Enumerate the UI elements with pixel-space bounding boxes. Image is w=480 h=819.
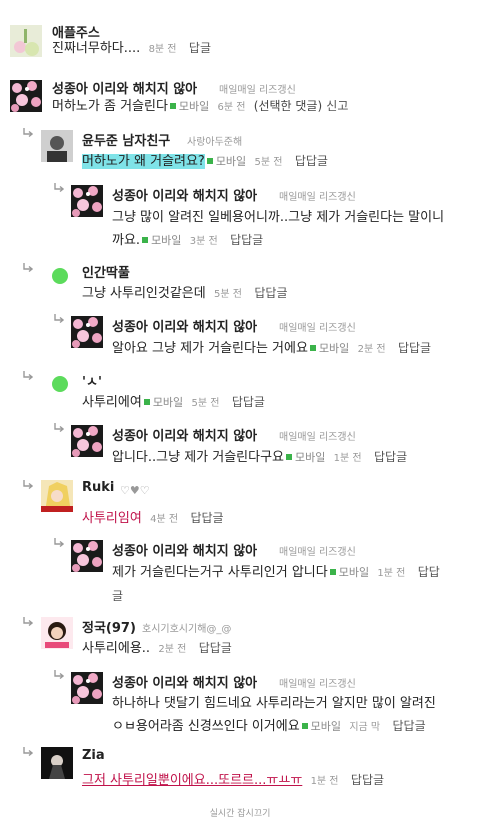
reply-button[interactable]: 답답글: [393, 719, 426, 733]
user-status: ♡♥♡: [120, 484, 150, 497]
mobile-icon: [286, 454, 293, 460]
reply-arrow-icon: [23, 617, 33, 627]
comment-text: 압니다..그냥 제가 거슬린다구요 모바일 1분 전 답답글: [112, 450, 408, 465]
comment-text: 머하노가 왜 거슬려요? 모바일 5분 전 답답글: [82, 154, 328, 169]
nickname[interactable]: 정국(97): [82, 617, 136, 636]
comment-text: 제가 거슬린다는거구 사투리인거 압니다 모바일 1분 전 답답 글: [112, 565, 440, 603]
reply-arrow-icon: [23, 128, 33, 138]
report-button[interactable]: 신고: [326, 99, 348, 113]
avatar[interactable]: [71, 425, 103, 457]
reply-button[interactable]: 답답글: [398, 341, 431, 355]
user-status: 매일매일 리즈갱신: [279, 323, 356, 334]
reply-button[interactable]: 답답글: [232, 395, 265, 409]
user-status: 매일매일 리즈갱신: [279, 547, 356, 558]
avatar[interactable]: [41, 747, 73, 779]
comment-text: 그냥 많이 알려진 일베용어니까..그냥 제가 거슬린다는 말이니 까요. 모바일 …: [112, 210, 445, 248]
footer-link[interactable]: 실시간 잡시끄기: [0, 806, 480, 819]
reply-button[interactable]: 답답글: [374, 450, 407, 464]
nickname[interactable]: 성종아 이리와 해치지 않아: [112, 672, 257, 691]
mobile-icon: [329, 569, 336, 575]
mobile-icon: [143, 399, 150, 405]
mobile-icon: [169, 103, 176, 109]
reply-button[interactable]: 답답: [418, 565, 440, 579]
comment-text: 사투리임여 4분 전 답답글: [82, 511, 224, 526]
reply-arrow-icon: [54, 183, 64, 193]
reply-arrow-icon: [54, 670, 64, 680]
reply-arrow-icon: [54, 538, 64, 548]
avatar[interactable]: [71, 672, 103, 704]
reply-button[interactable]: 답답글: [190, 511, 223, 525]
nickname[interactable]: Ruki: [82, 480, 114, 495]
reply-button[interactable]: 답답글: [230, 233, 263, 247]
reply-arrow-icon: [54, 314, 64, 324]
avatar[interactable]: [41, 262, 73, 294]
user-status: 매일매일 리즈갱신: [279, 192, 356, 203]
comment-text: 사투리에여 모바일 5분 전 답답글: [82, 395, 265, 410]
avatar[interactable]: [10, 80, 42, 112]
nickname[interactable]: 인간딱풀: [82, 262, 130, 281]
reply-arrow-icon: [54, 423, 64, 433]
mobile-icon: [301, 723, 308, 729]
reply-arrow-icon: [23, 480, 33, 490]
comment-text: 알아요 그냥 제가 거슬린다는 거에요 모바일 2분 전 답답글: [112, 341, 432, 356]
user-status: 매일매일 리즈갱신: [219, 85, 296, 96]
user-status: 사랑아두준해: [187, 137, 243, 148]
comment-text: 머하노가 좀 거슬린다 모바일 6분 전 (선택한 댓글) 신고: [52, 99, 349, 114]
nickname[interactable]: 성종아 이리와 해치지 않아: [112, 316, 257, 335]
reply-button[interactable]: 답글: [189, 41, 211, 55]
nickname[interactable]: 윤두준 남자친구: [82, 130, 170, 149]
avatar[interactable]: [41, 130, 73, 162]
nickname[interactable]: 성종아 이리와 해치지 않아: [112, 425, 257, 444]
mobile-icon: [142, 237, 149, 243]
avatar[interactable]: [71, 316, 103, 348]
mobile-icon: [309, 345, 316, 351]
nickname[interactable]: 성종아 이리와 해치지 않아: [112, 540, 257, 559]
comment-text: 사투리에용.. 2분 전 답답글: [82, 641, 232, 656]
reply-arrow-icon: [23, 263, 33, 273]
avatar[interactable]: [10, 25, 42, 57]
comment-text: 진짜너무하다.... 8분 전 답글: [52, 41, 212, 56]
comment-text: 그저 사투리일뿐이에요...또르르...ㅠㅛㅠ 1분 전 답답글: [82, 773, 385, 788]
nickname[interactable]: 'ㅅ': [82, 371, 102, 390]
reply-button[interactable]: 답답글: [295, 154, 328, 168]
reply-arrow-icon: [23, 371, 33, 381]
avatar[interactable]: [41, 370, 73, 402]
user-status: 매일매일 리즈갱신: [279, 432, 356, 443]
reply-button[interactable]: 답답글: [199, 641, 232, 655]
reply-button[interactable]: 답답글: [254, 286, 287, 300]
avatar[interactable]: [71, 185, 103, 217]
comment-text: 하나하나 댓달기 힘드네요 사투리라는거 알지만 많이 알려진 ㅇㅂ용어라좀 신경…: [112, 696, 436, 734]
reply-button[interactable]: 답답글: [351, 773, 384, 787]
comment-text: 그냥 사투리인것같은데 5분 전 답답글: [82, 286, 288, 301]
reply-arrow-icon: [23, 747, 33, 757]
nickname[interactable]: Zia: [82, 748, 105, 763]
avatar[interactable]: [41, 480, 73, 512]
mobile-icon: [206, 158, 213, 164]
user-status: 매일매일 리즈갱신: [279, 679, 356, 690]
avatar[interactable]: [41, 617, 73, 649]
nickname[interactable]: 성종아 이리와 해치지 않아: [112, 185, 257, 204]
user-status: 호시기호시기해@_@: [142, 624, 232, 635]
avatar[interactable]: [71, 540, 103, 572]
